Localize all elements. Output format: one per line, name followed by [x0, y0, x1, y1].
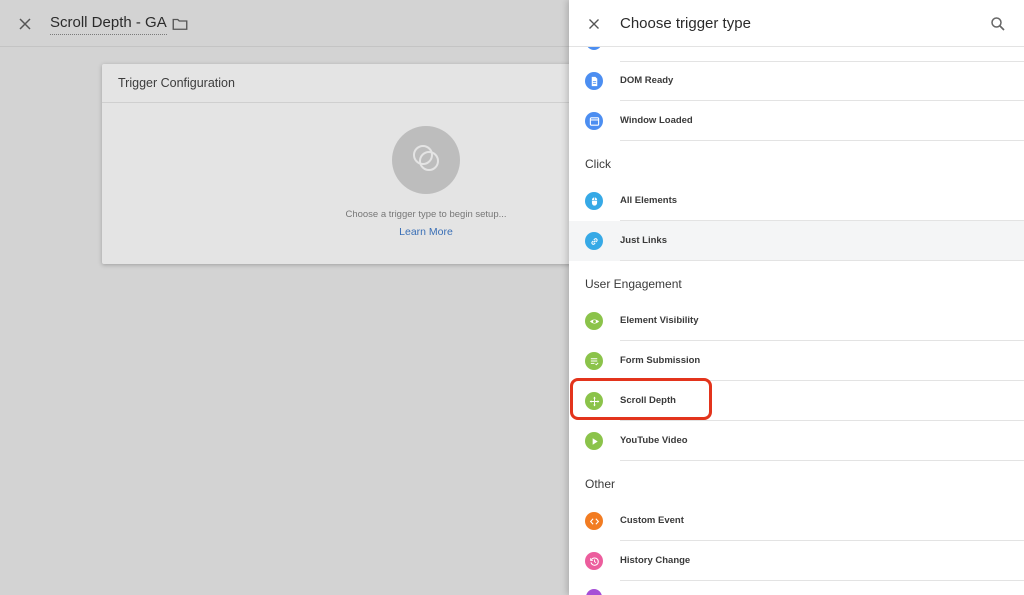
form-icon	[585, 352, 603, 370]
section-title: User Engagement	[585, 277, 682, 291]
close-icon[interactable]	[585, 15, 603, 33]
mouse-icon	[585, 192, 603, 210]
trigger-type-list: DOM Ready Window Loaded Click All Elemen…	[569, 61, 1024, 581]
trigger-item-label: YouTube Video	[620, 435, 688, 446]
card-body: Choose a trigger type to begin setup... …	[102, 103, 569, 264]
trigger-item-label: Element Visibility	[620, 315, 699, 326]
trigger-item-label: Custom Event	[620, 515, 684, 526]
panel-header: Choose trigger type	[569, 0, 1024, 47]
panel-title: Choose trigger type	[620, 15, 751, 32]
link-icon	[585, 232, 603, 250]
trigger-item-custom-event[interactable]: Custom Event	[569, 501, 1024, 541]
choose-trigger-type-panel: Choose trigger type DOM Ready Window Loa…	[569, 0, 1024, 595]
trigger-item-dom-ready[interactable]: DOM Ready	[569, 61, 1024, 101]
trigger-item-label: Just Links	[620, 235, 667, 246]
move-arrows-icon	[585, 392, 603, 410]
play-icon	[585, 432, 603, 450]
choose-trigger-button[interactable]	[392, 126, 460, 194]
tag-editor-backdrop: Scroll Depth - GA Trigger Configuration …	[0, 0, 569, 595]
trigger-item-label: All Elements	[620, 195, 678, 206]
section-header-user-engagement: User Engagement	[569, 261, 1024, 301]
trigger-item-just-links[interactable]: Just Links	[569, 221, 1024, 261]
trigger-item-form-submission[interactable]: Form Submission	[569, 341, 1024, 381]
section-header-other: Other	[569, 461, 1024, 501]
trigger-item-window-loaded[interactable]: Window Loaded	[569, 101, 1024, 141]
trigger-item-all-elements[interactable]: All Elements	[569, 181, 1024, 221]
window-icon	[585, 112, 603, 130]
setup-hint-text: Choose a trigger type to begin setup...	[345, 209, 507, 220]
trigger-item-history-change[interactable]: History Change	[569, 541, 1024, 581]
eye-icon	[585, 312, 603, 330]
editor-topbar: Scroll Depth - GA	[0, 0, 569, 47]
trigger-item-label: DOM Ready	[620, 75, 674, 86]
overlapping-circles-icon	[409, 141, 443, 180]
history-icon	[585, 552, 603, 570]
card-title: Trigger Configuration	[102, 64, 569, 103]
partial-list-icon	[586, 589, 602, 595]
trigger-item-scroll-depth[interactable]: Scroll Depth	[569, 381, 1024, 421]
trigger-item-element-visibility[interactable]: Element Visibility	[569, 301, 1024, 341]
divider	[620, 580, 1024, 581]
tag-name-title[interactable]: Scroll Depth - GA	[50, 14, 167, 35]
document-icon	[585, 72, 603, 90]
trigger-item-youtube-video[interactable]: YouTube Video	[569, 421, 1024, 461]
close-icon[interactable]	[15, 14, 35, 34]
folder-icon[interactable]	[171, 15, 189, 33]
trigger-item-label: Window Loaded	[620, 115, 693, 126]
trigger-item-label: Scroll Depth	[620, 395, 676, 406]
search-icon[interactable]	[989, 15, 1007, 33]
section-header-click: Click	[569, 141, 1024, 181]
section-title: Other	[585, 477, 616, 491]
trigger-item-label: Form Submission	[620, 355, 701, 366]
trigger-item-label: History Change	[620, 555, 691, 566]
section-title: Click	[585, 157, 611, 171]
trigger-configuration-card: Trigger Configuration Choose a trigger t…	[102, 64, 569, 264]
code-icon	[585, 512, 603, 530]
learn-more-link[interactable]: Learn More	[102, 226, 569, 238]
